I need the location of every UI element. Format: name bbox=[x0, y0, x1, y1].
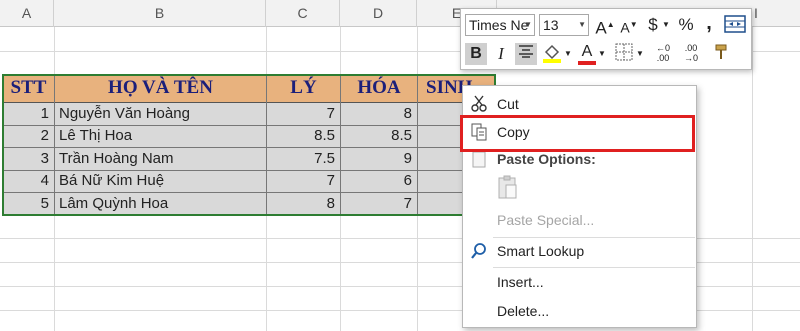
menu-item-cut[interactable]: Cut bbox=[463, 92, 696, 116]
align-center-icon bbox=[519, 45, 533, 58]
fill-color-button[interactable] bbox=[541, 43, 563, 65]
menu-item-label: Cut bbox=[497, 96, 519, 112]
italic-button[interactable]: I bbox=[491, 43, 511, 65]
paste-icon bbox=[472, 151, 486, 168]
mini-toolbar: Times Ne ▼ 13 ▼ A▲ A▼ $ ▼ % , B I ▼ A ▼ … bbox=[460, 8, 752, 70]
increase-decimal-icon: ←0 .00 bbox=[655, 43, 670, 63]
column-header-b[interactable]: B bbox=[54, 0, 266, 27]
grow-font-button[interactable]: A▲ bbox=[595, 14, 615, 38]
column-header-d[interactable]: D bbox=[340, 0, 417, 27]
chevron-down-icon[interactable]: ▼ bbox=[524, 15, 532, 35]
currency-icon: $ bbox=[648, 15, 658, 34]
menu-item-label: Delete... bbox=[497, 303, 550, 319]
percent-icon: % bbox=[678, 15, 694, 34]
italic-icon: I bbox=[498, 44, 504, 63]
column-header-c[interactable]: C bbox=[266, 0, 340, 27]
decrease-decimal-icon: .00 →0 bbox=[683, 43, 698, 63]
selected-table-border bbox=[2, 74, 496, 216]
borders-icon bbox=[615, 43, 633, 61]
format-painter-button[interactable] bbox=[711, 43, 733, 65]
column-header-i[interactable]: I bbox=[752, 0, 800, 27]
comma-style-button[interactable]: , bbox=[701, 12, 717, 34]
font-color-button[interactable]: A bbox=[577, 41, 597, 65]
merge-center-button[interactable] bbox=[723, 14, 747, 36]
font-size-value: 13 bbox=[543, 17, 559, 33]
font-name-value: Times Ne bbox=[469, 17, 529, 33]
paste-option-button[interactable] bbox=[495, 174, 521, 202]
format-painter-icon bbox=[715, 44, 727, 59]
font-color-swatch bbox=[578, 61, 596, 65]
menu-separator bbox=[493, 237, 695, 238]
shrink-font-button[interactable]: A▼ bbox=[619, 14, 639, 36]
borders-button[interactable] bbox=[613, 43, 635, 65]
clipboard-icon bbox=[498, 175, 517, 199]
merge-center-icon bbox=[724, 15, 746, 33]
decrease-decimal-button[interactable]: .00 →0 bbox=[679, 43, 705, 65]
align-center-button[interactable] bbox=[515, 43, 537, 65]
percent-button[interactable]: % bbox=[675, 14, 697, 36]
bold-icon: B bbox=[470, 45, 482, 62]
chevron-down-icon[interactable]: ▼ bbox=[661, 14, 671, 36]
chevron-down-icon[interactable]: ▼ bbox=[563, 43, 573, 65]
comma-icon: , bbox=[706, 12, 712, 34]
chevron-down-icon[interactable]: ▼ bbox=[597, 43, 607, 65]
chevron-down-icon[interactable]: ▼ bbox=[578, 15, 586, 35]
column-header-a[interactable]: A bbox=[0, 0, 54, 27]
grow-font-icon: A bbox=[595, 18, 607, 38]
menu-item-label: Insert... bbox=[497, 274, 544, 290]
bold-button[interactable]: B bbox=[465, 43, 487, 65]
font-name-box[interactable]: Times Ne ▼ bbox=[465, 14, 535, 36]
menu-item-delete[interactable]: Delete... bbox=[463, 299, 696, 323]
menu-item-label: Smart Lookup bbox=[497, 243, 585, 259]
menu-separator bbox=[493, 267, 695, 268]
font-size-box[interactable]: 13 ▼ bbox=[539, 14, 589, 36]
scissors-icon bbox=[471, 95, 487, 112]
menu-item-paste-special[interactable]: Paste Special... bbox=[463, 208, 696, 232]
font-color-icon: A bbox=[581, 43, 593, 60]
chevron-down-icon[interactable]: ▼ bbox=[635, 43, 645, 65]
currency-button[interactable]: $ bbox=[643, 14, 663, 36]
menu-item-smart-lookup[interactable]: Smart Lookup bbox=[463, 239, 696, 263]
paint-bucket-icon bbox=[543, 44, 561, 63]
shrink-font-icon: A bbox=[620, 19, 630, 36]
menu-item-insert[interactable]: Insert... bbox=[463, 270, 696, 294]
menu-item-label: Paste Special... bbox=[497, 212, 595, 228]
search-icon bbox=[471, 243, 486, 259]
copy-highlight-box bbox=[460, 115, 695, 152]
increase-decimal-button[interactable]: ←0 .00 bbox=[651, 43, 677, 65]
